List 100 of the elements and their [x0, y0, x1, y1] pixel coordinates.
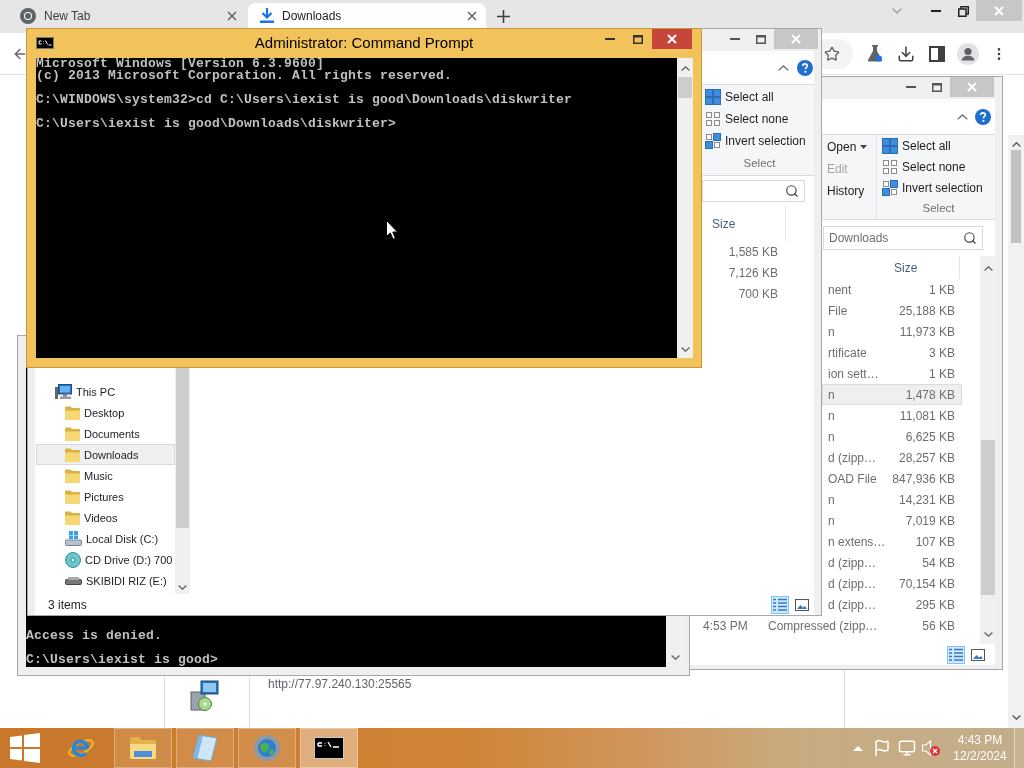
details-view-button[interactable] — [771, 595, 789, 614]
file-row[interactable]: n 7,019 KB — [822, 510, 962, 531]
taskbar-button[interactable] — [300, 728, 358, 768]
nav-item[interactable]: CD Drive (D:) 700 — [36, 549, 175, 570]
search-icon[interactable] — [785, 184, 799, 198]
file-type: n — [827, 492, 836, 507]
nav-item[interactable]: This PC — [36, 381, 175, 402]
address-bar[interactable] — [821, 38, 853, 69]
restore-icon[interactable] — [957, 5, 969, 17]
star-icon[interactable] — [824, 45, 840, 62]
scrollbar-thumb[interactable] — [678, 77, 692, 98]
file-type: d (zipp… — [827, 576, 878, 591]
maximize-icon[interactable] — [932, 82, 942, 92]
file-row[interactable]: nent 1 KB — [822, 279, 962, 300]
nav-item[interactable]: Music — [36, 465, 175, 486]
file-size: 28,257 KB — [897, 450, 956, 465]
nav-item[interactable]: Documents — [36, 423, 175, 444]
flask-icon[interactable] — [866, 45, 883, 62]
details-view-button[interactable] — [947, 645, 965, 664]
chevron-down-icon[interactable] — [178, 585, 187, 590]
column-header[interactable]: Size — [890, 256, 960, 279]
file-row[interactable]: d (zipp… 70,154 KB — [822, 573, 962, 594]
close-icon[interactable] — [227, 10, 237, 21]
scrollbar-thumb[interactable] — [1011, 150, 1021, 243]
select-all-icon — [882, 138, 898, 155]
scrollbar-track[interactable] — [980, 256, 996, 644]
help-icon[interactable] — [797, 59, 813, 76]
minimize-icon[interactable] — [905, 86, 916, 88]
file-type: File — [827, 303, 849, 318]
window-logo-icon[interactable] — [10, 733, 40, 763]
select-none-button[interactable]: Select none — [705, 108, 789, 130]
open-button[interactable]: Open — [827, 136, 868, 158]
usb-drive-icon — [65, 576, 82, 585]
search-field[interactable]: Downloads — [823, 226, 983, 250]
search-field[interactable] — [702, 180, 805, 202]
select-all-button[interactable]: Select all — [705, 86, 774, 108]
file-size: 11,973 KB — [898, 324, 956, 339]
close-icon[interactable] — [467, 10, 477, 21]
file-type: OAD File — [827, 471, 878, 486]
scrollbar-track[interactable] — [175, 368, 190, 594]
avatar-icon[interactable] — [956, 42, 979, 65]
side-panel-icon[interactable] — [928, 45, 945, 62]
image-icon — [971, 648, 985, 661]
file-row[interactable]: rtificate 3 KB — [822, 342, 962, 363]
file-row[interactable]: ion sett… 1 KB — [822, 363, 962, 384]
nav-item[interactable]: Pictures — [36, 486, 175, 507]
folder-icon — [65, 489, 80, 504]
download-url[interactable]: http://77.97.240.130:25565 — [268, 677, 412, 691]
help-icon[interactable] — [975, 108, 991, 125]
scrollbar-track[interactable] — [677, 58, 693, 358]
search-icon[interactable] — [963, 231, 977, 245]
chevron-down-icon[interactable] — [680, 347, 690, 352]
invert-selection-button[interactable]: Invert selection — [705, 130, 806, 152]
file-type: d (zipp… — [827, 555, 878, 570]
chevron-down-icon[interactable] — [983, 632, 993, 637]
file-row[interactable]: n 11,081 KB — [822, 405, 962, 426]
scrollbar-thumb[interactable] — [981, 440, 995, 595]
scrollbar-thumb[interactable] — [176, 368, 189, 528]
caret-icon — [860, 145, 868, 149]
invert-selection-button[interactable]: Invert selection — [882, 177, 983, 199]
file-row[interactable]: n 11,973 KB — [822, 321, 962, 342]
file-row[interactable]: OAD File 847,936 KB — [822, 468, 962, 489]
nav-item[interactable]: Videos — [36, 507, 175, 528]
chevron-down-icon[interactable] — [670, 655, 680, 660]
nav-item[interactable]: Desktop — [36, 402, 175, 423]
scrollbar-track[interactable] — [1008, 135, 1024, 728]
select-all-button[interactable]: Select all — [882, 136, 951, 157]
file-row[interactable]: n 14,231 KB — [822, 489, 962, 510]
file-row[interactable]: n 1,478 KB — [822, 384, 962, 405]
file-row[interactable]: n extens… 107 KB — [822, 531, 962, 552]
chevron-up-icon[interactable] — [778, 64, 789, 71]
chevron-up-icon[interactable] — [1011, 142, 1021, 147]
folder-icon — [65, 405, 80, 420]
speaker-muted-icon[interactable] — [922, 740, 940, 756]
nav-item[interactable]: Local Disk (C:) — [36, 528, 175, 549]
nav-item[interactable]: Downloads — [36, 444, 175, 465]
file-row[interactable]: d (zipp… 54 KB — [822, 552, 962, 573]
close-button[interactable] — [652, 29, 692, 49]
minimize-icon[interactable] — [729, 38, 740, 40]
chevron-up-icon[interactable] — [983, 266, 993, 271]
maximize-icon[interactable] — [633, 34, 643, 44]
file-size: 7,126 KB — [727, 265, 779, 280]
history-button[interactable]: History — [827, 180, 865, 202]
file-row[interactable]: d (zipp… 28,257 KB — [822, 447, 962, 468]
file-row[interactable]: d (zipp… 295 KB — [822, 594, 962, 615]
chevron-up-icon[interactable] — [957, 113, 968, 120]
chevron-up-icon[interactable] — [680, 66, 690, 71]
file-row[interactable]: n 6,625 KB — [822, 426, 962, 447]
maximize-icon[interactable] — [756, 34, 766, 44]
nav-item[interactable]: SKIBIDI RIZ (E:) — [36, 570, 175, 591]
select-none-button[interactable]: Select none — [882, 157, 966, 178]
browser-tab[interactable]: New Tab — [8, 3, 246, 28]
file-row[interactable]: 4:53 PM Compressed (zipp… 56 KB — [690, 615, 962, 636]
chevron-down-icon[interactable] — [1011, 715, 1021, 720]
file-row[interactable]: File 25,188 KB — [822, 300, 962, 321]
browser-tab[interactable]: Downloads — [248, 3, 486, 28]
console-icon — [314, 737, 344, 759]
download-icon[interactable] — [896, 44, 915, 63]
column-header[interactable]: Size — [705, 206, 786, 241]
plus-icon[interactable] — [497, 10, 510, 23]
